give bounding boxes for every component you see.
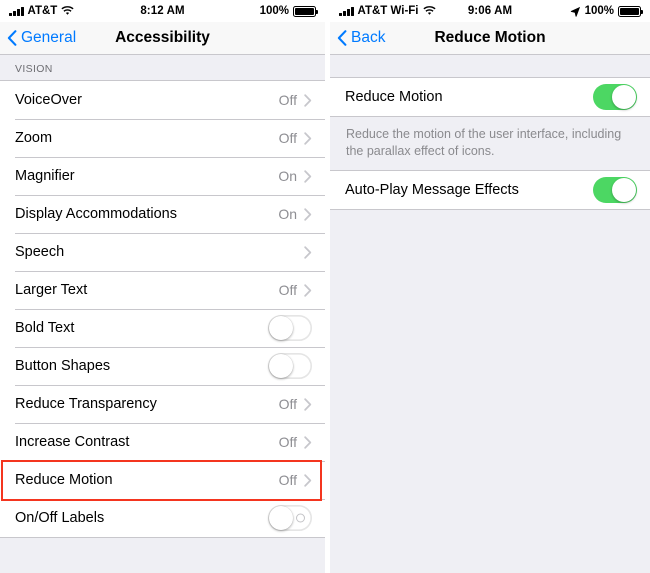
row-value: On bbox=[278, 168, 297, 184]
row-value: Off bbox=[278, 282, 297, 298]
row-value: Off bbox=[278, 396, 297, 412]
list-item-bold-text[interactable]: Bold Text bbox=[0, 309, 325, 347]
chevron-right-icon bbox=[304, 397, 312, 411]
back-button-label: General bbox=[21, 29, 77, 46]
toggle-switch[interactable] bbox=[268, 505, 312, 531]
wifi-icon bbox=[422, 6, 436, 16]
signal-bars-icon bbox=[9, 6, 24, 16]
row-label: Auto-Play Message Effects bbox=[345, 182, 519, 199]
toggle-knob bbox=[269, 354, 293, 378]
chevron-right-icon bbox=[304, 169, 312, 183]
toggle-knob bbox=[612, 178, 636, 203]
status-bar-left: AT&T Wi-Fi bbox=[339, 5, 436, 17]
row-label: Bold Text bbox=[15, 320, 75, 336]
row-value: Off bbox=[278, 472, 297, 488]
location-arrow-icon bbox=[570, 6, 581, 17]
row-label: On/Off Labels bbox=[15, 510, 105, 526]
settings-list: VISION VoiceOver Off Zoom Off Magnifier On Dis… bbox=[0, 55, 325, 573]
back-button[interactable]: Back bbox=[330, 29, 385, 47]
list-item-reduce-motion[interactable]: Reduce Motion bbox=[330, 78, 650, 116]
row-label: Speech bbox=[15, 244, 65, 260]
row-label: Increase Contrast bbox=[15, 434, 130, 450]
row-label: Reduce Motion bbox=[15, 472, 113, 488]
settings-group-vision: VoiceOver Off Zoom Off Magnifier On Display Ac… bbox=[0, 80, 325, 538]
battery-percent-label: 100% bbox=[584, 5, 614, 17]
battery-percent-label: 100% bbox=[259, 5, 289, 17]
chevron-right-icon bbox=[304, 207, 312, 221]
row-label: Display Accommodations bbox=[15, 206, 177, 222]
dual-screenshot: AT&T 8:12 AM 100% General Accessibility bbox=[0, 0, 650, 573]
row-value: Off bbox=[278, 130, 297, 146]
left-phone-screen: AT&T 8:12 AM 100% General Accessibility bbox=[0, 0, 325, 573]
toggle-knob bbox=[269, 316, 293, 340]
list-item-auto-play-message-effects[interactable]: Auto-Play Message Effects bbox=[330, 171, 650, 210]
list-item-zoom[interactable]: Zoom Off bbox=[0, 119, 325, 157]
list-item-display-accommodations[interactable]: Display Accommodations On bbox=[0, 195, 325, 233]
status-bar-left: AT&T bbox=[9, 5, 74, 17]
section-header-vision: VISION bbox=[15, 63, 53, 75]
settings-group-autoplay: Auto-Play Message Effects bbox=[330, 170, 650, 211]
list-top-spacer bbox=[330, 55, 650, 77]
row-label: Reduce Transparency bbox=[15, 396, 157, 412]
toggle-switch[interactable] bbox=[268, 315, 312, 341]
navigation-bar: General Accessibility bbox=[0, 22, 325, 55]
chevron-right-icon bbox=[304, 245, 312, 259]
toggle-switch[interactable] bbox=[268, 353, 312, 379]
row-value: On bbox=[278, 206, 297, 222]
chevron-right-icon bbox=[304, 435, 312, 449]
toggle-knob bbox=[269, 506, 293, 530]
battery-full-icon bbox=[293, 5, 318, 17]
chevron-left-icon bbox=[7, 30, 17, 46]
list-item-voiceover[interactable]: VoiceOver Off bbox=[0, 81, 325, 119]
right-phone-screen: AT&T Wi-Fi 9:06 AM 100% Back Reduce Moti… bbox=[330, 0, 650, 573]
back-button-general[interactable]: General bbox=[0, 29, 76, 47]
chevron-left-icon bbox=[337, 30, 347, 46]
list-item-button-shapes[interactable]: Button Shapes bbox=[0, 347, 325, 385]
footer-note: Reduce the motion of the user interface,… bbox=[330, 117, 650, 171]
toggle-switch[interactable] bbox=[593, 84, 637, 110]
battery-full-icon bbox=[618, 5, 643, 17]
row-label: VoiceOver bbox=[15, 92, 82, 108]
wifi-icon bbox=[61, 6, 74, 16]
row-label: Zoom bbox=[15, 130, 53, 146]
row-label: Larger Text bbox=[15, 282, 88, 298]
list-item-magnifier[interactable]: Magnifier On bbox=[0, 157, 325, 195]
list-item-speech[interactable]: Speech bbox=[0, 233, 325, 271]
list-item-on-off-labels[interactable]: On/Off Labels bbox=[0, 499, 325, 537]
row-label: Button Shapes bbox=[15, 358, 111, 374]
row-value: Off bbox=[278, 434, 297, 450]
list-item-larger-text[interactable]: Larger Text Off bbox=[0, 271, 325, 309]
status-bar-right: 100% bbox=[570, 5, 643, 17]
navigation-bar: Back Reduce Motion bbox=[330, 22, 650, 55]
row-label: Reduce Motion bbox=[345, 89, 443, 105]
list-item-increase-contrast[interactable]: Increase Contrast Off bbox=[0, 423, 325, 461]
settings-group-reduce-motion: Reduce Motion bbox=[330, 77, 650, 117]
list-item-reduce-transparency[interactable]: Reduce Transparency Off bbox=[0, 385, 325, 423]
toggle-knob bbox=[612, 85, 636, 109]
chevron-right-icon bbox=[304, 473, 312, 487]
signal-bars-icon bbox=[339, 6, 354, 16]
chevron-right-icon bbox=[304, 131, 312, 145]
status-bar-right: 100% bbox=[259, 5, 318, 17]
list-item-reduce-motion[interactable]: Reduce Motion Off bbox=[0, 461, 325, 499]
settings-list: Reduce Motion Reduce the motion of the u… bbox=[330, 55, 650, 573]
toggle-switch[interactable] bbox=[593, 177, 637, 204]
row-value: Off bbox=[278, 92, 297, 108]
carrier-label: AT&T Wi-Fi bbox=[357, 5, 419, 17]
toggle-off-label-icon bbox=[296, 513, 305, 523]
back-button-label: Back bbox=[351, 29, 386, 46]
status-bar: AT&T 8:12 AM 100% bbox=[0, 0, 325, 22]
carrier-label: AT&T bbox=[27, 5, 58, 17]
row-label: Magnifier bbox=[15, 168, 75, 184]
chevron-right-icon bbox=[304, 283, 312, 297]
chevron-right-icon bbox=[304, 93, 312, 107]
status-bar: AT&T Wi-Fi 9:06 AM 100% bbox=[330, 0, 650, 22]
